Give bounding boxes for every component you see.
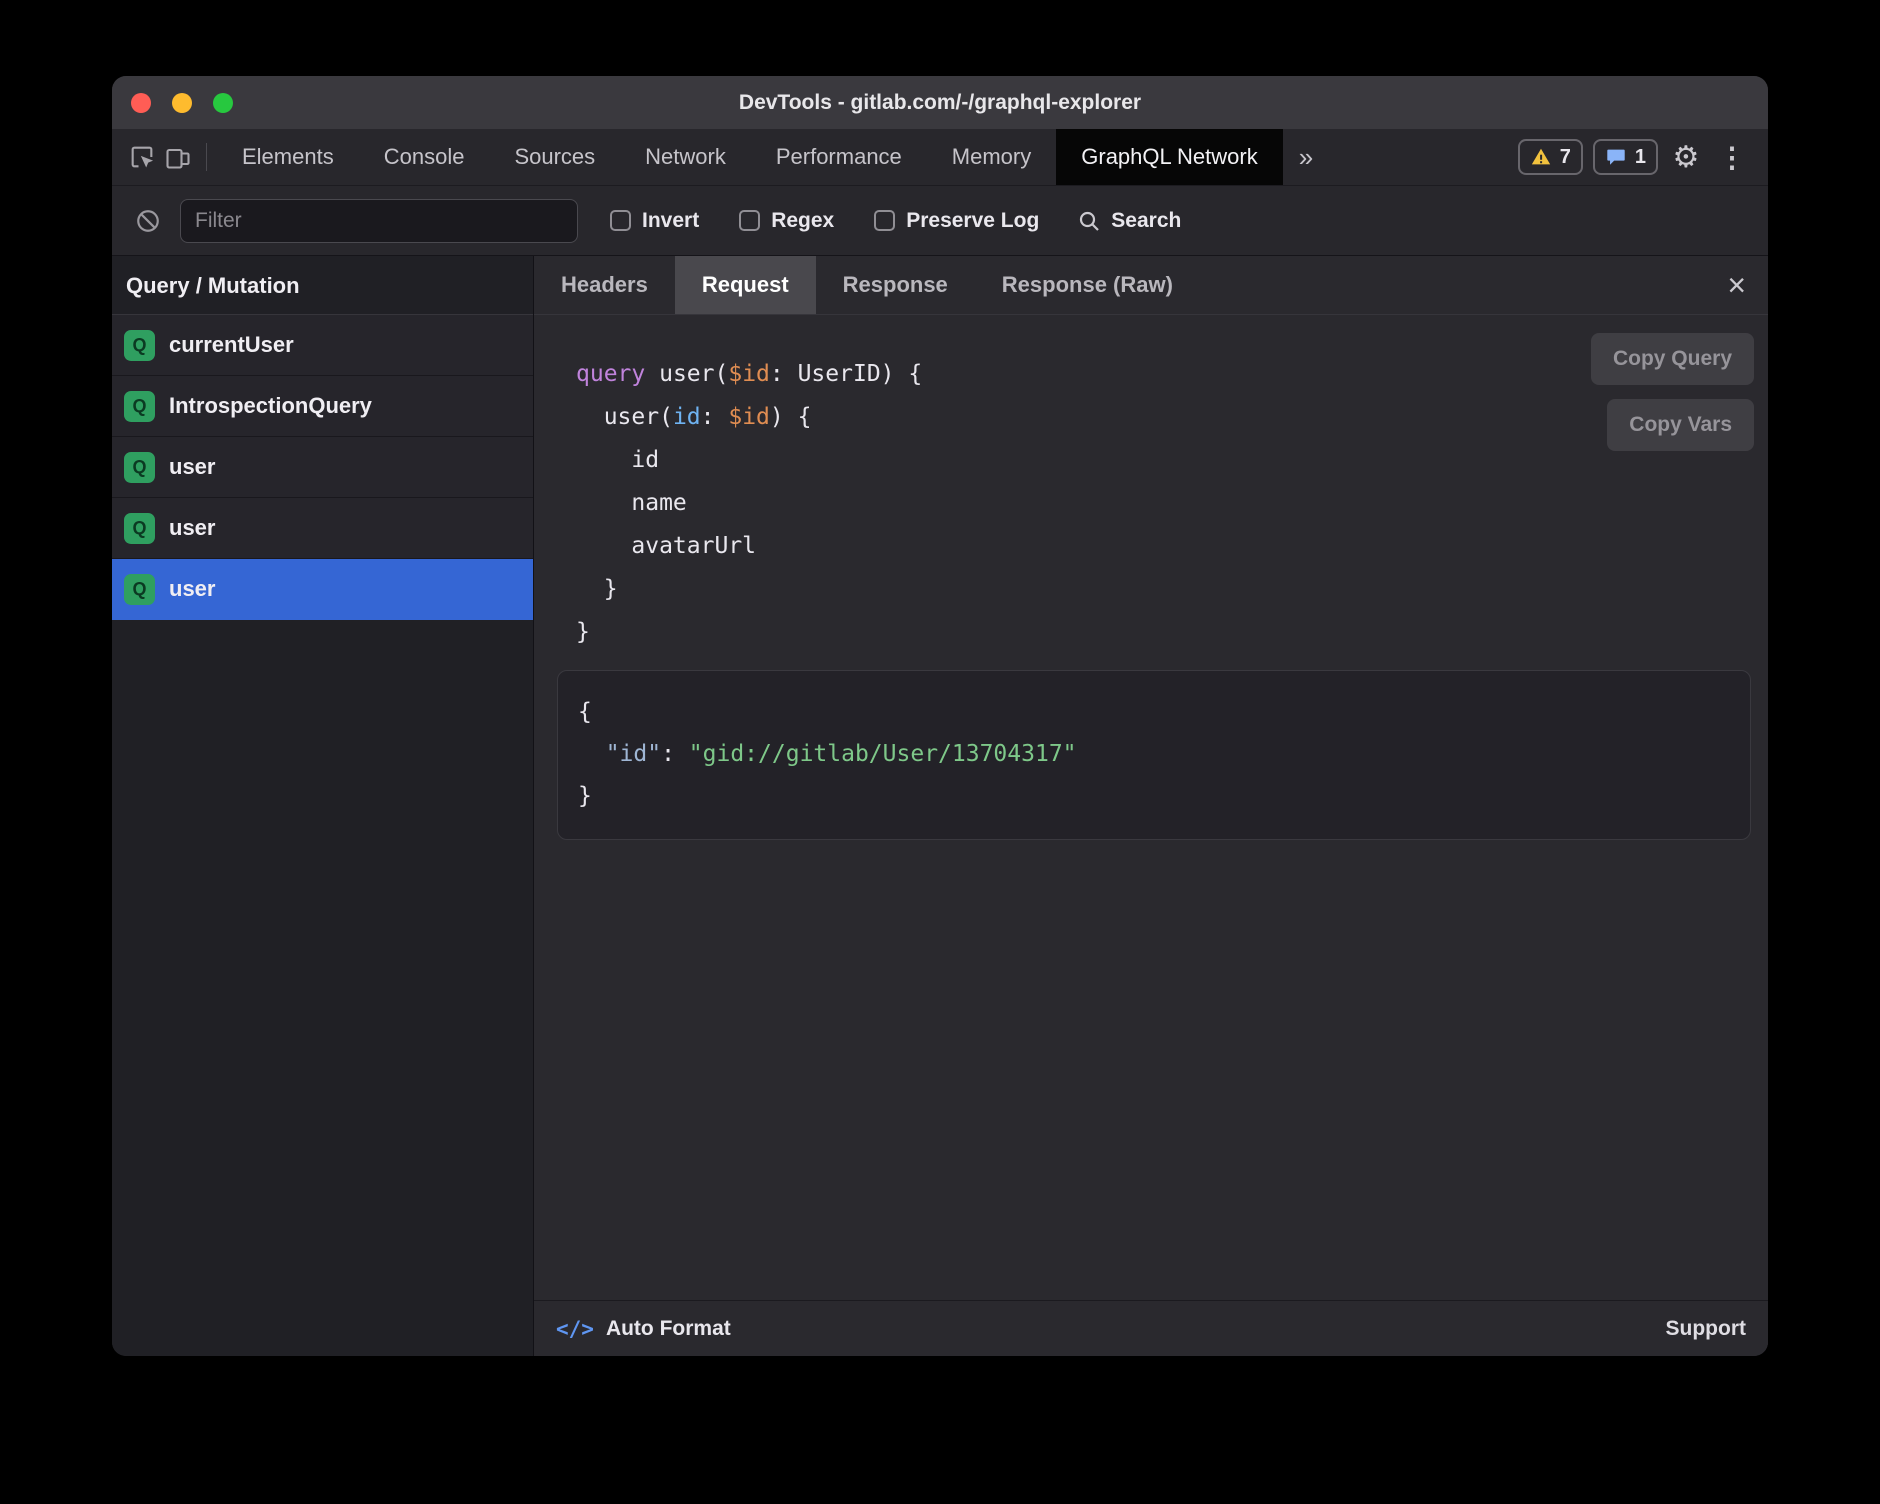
auto-format-button[interactable]: Auto Format [606, 1317, 731, 1341]
detail-panel: HeadersRequestResponseResponse (Raw) × q… [534, 256, 1768, 1356]
query-type-badge: Q [124, 330, 155, 361]
toolbar-divider [206, 143, 207, 171]
detail-tab[interactable]: Response [816, 256, 975, 314]
message-icon [1605, 146, 1627, 168]
copy-vars-button[interactable]: Copy Vars [1607, 399, 1754, 451]
close-window-button[interactable] [131, 93, 151, 113]
devtools-tab[interactable]: Memory [927, 129, 1056, 185]
filter-checkbox[interactable]: Preserve Log [874, 209, 1039, 233]
close-panel-icon[interactable]: × [1727, 269, 1768, 301]
detail-tab[interactable]: Request [675, 256, 816, 314]
code-icon: </> [556, 1317, 594, 1341]
support-link[interactable]: Support [1666, 1317, 1746, 1341]
query-name-label: IntrospectionQuery [169, 393, 372, 419]
filter-input[interactable] [180, 199, 578, 243]
devtools-tabbar: ElementsConsoleSourcesNetworkPerformance… [112, 129, 1768, 186]
request-pane: query user($id: UserID) { user(id: $id) … [534, 315, 1768, 1300]
query-list: Q currentUser Q IntrospectionQuery Q use… [112, 315, 533, 620]
query-name-label: user [169, 454, 215, 480]
zoom-window-button[interactable] [213, 93, 233, 113]
query-sidebar: Query / Mutation Q currentUser Q Introsp… [112, 256, 534, 1356]
devtools-window: DevTools - gitlab.com/-/graphql-explorer… [112, 76, 1768, 1356]
messages-badge[interactable]: 1 [1593, 139, 1658, 175]
search-label: Search [1111, 209, 1181, 233]
query-name-label: currentUser [169, 332, 294, 358]
query-list-item[interactable]: Q IntrospectionQuery [112, 376, 533, 437]
kebab-menu-icon[interactable]: ⋮ [1714, 139, 1750, 175]
more-tabs-button[interactable]: » [1283, 142, 1329, 173]
filter-checkbox[interactable]: Invert [610, 209, 699, 233]
settings-gear-icon[interactable]: ⚙ [1668, 139, 1704, 175]
minimize-window-button[interactable] [172, 93, 192, 113]
request-query-code: query user($id: UserID) { user(id: $id) … [576, 353, 1768, 654]
query-type-badge: Q [124, 513, 155, 544]
detail-tabbar: HeadersRequestResponseResponse (Raw) × [534, 256, 1768, 315]
inspect-icon[interactable] [124, 139, 160, 175]
search-control[interactable]: Search [1077, 209, 1181, 233]
query-name-label: user [169, 576, 215, 602]
content-area: Query / Mutation Q currentUser Q Introsp… [112, 256, 1768, 1356]
traffic-lights [131, 76, 233, 129]
devtools-tab[interactable]: Sources [489, 129, 620, 185]
request-variables-code: { "id": "gid://gitlab/User/13704317"} [578, 691, 1726, 817]
query-list-item[interactable]: Q user [112, 437, 533, 498]
checkbox-box[interactable] [610, 210, 631, 231]
filter-options: Invert Regex Preserve Log [610, 209, 1039, 233]
query-type-badge: Q [124, 574, 155, 605]
checkbox-box[interactable] [739, 210, 760, 231]
devtools-tab[interactable]: Console [359, 129, 490, 185]
message-count: 1 [1635, 146, 1646, 169]
devtools-tab[interactable]: Elements [217, 129, 359, 185]
window-titlebar: DevTools - gitlab.com/-/graphql-explorer [112, 76, 1768, 129]
query-name-label: user [169, 515, 215, 541]
copy-query-button[interactable]: Copy Query [1591, 333, 1754, 385]
detail-tabs: HeadersRequestResponseResponse (Raw) [534, 256, 1200, 314]
warning-count: 7 [1560, 146, 1571, 169]
request-variables-box: { "id": "gid://gitlab/User/13704317"} [557, 670, 1751, 840]
devtools-tab[interactable]: GraphQL Network [1056, 129, 1282, 185]
query-type-badge: Q [124, 391, 155, 422]
detail-tab[interactable]: Headers [534, 256, 675, 314]
desktop-background: DevTools - gitlab.com/-/graphql-explorer… [0, 0, 1880, 1504]
window-title: DevTools - gitlab.com/-/graphql-explorer [739, 91, 1141, 115]
query-list-item[interactable]: Q user [112, 559, 533, 620]
checkbox-box[interactable] [874, 210, 895, 231]
search-icon [1077, 209, 1101, 233]
query-list-item[interactable]: Q user [112, 498, 533, 559]
query-type-badge: Q [124, 452, 155, 483]
detail-tab[interactable]: Response (Raw) [975, 256, 1200, 314]
devtools-tab[interactable]: Network [620, 129, 751, 185]
devtools-tabs: ElementsConsoleSourcesNetworkPerformance… [217, 129, 1283, 185]
filter-checkbox[interactable]: Regex [739, 209, 834, 233]
statusbar: </> Auto Format Support [534, 1300, 1768, 1356]
sidebar-header: Query / Mutation [112, 256, 533, 315]
device-toolbar-icon[interactable] [160, 139, 196, 175]
warnings-badge[interactable]: 7 [1518, 139, 1583, 175]
tabbar-right-controls: 7 1 ⚙ ⋮ [1518, 129, 1768, 185]
devtools-tab[interactable]: Performance [751, 129, 927, 185]
filter-toolbar: Invert Regex Preserve Log Sea [112, 186, 1768, 256]
warning-icon [1530, 146, 1552, 168]
clear-icon[interactable] [130, 203, 166, 239]
query-list-item[interactable]: Q currentUser [112, 315, 533, 376]
